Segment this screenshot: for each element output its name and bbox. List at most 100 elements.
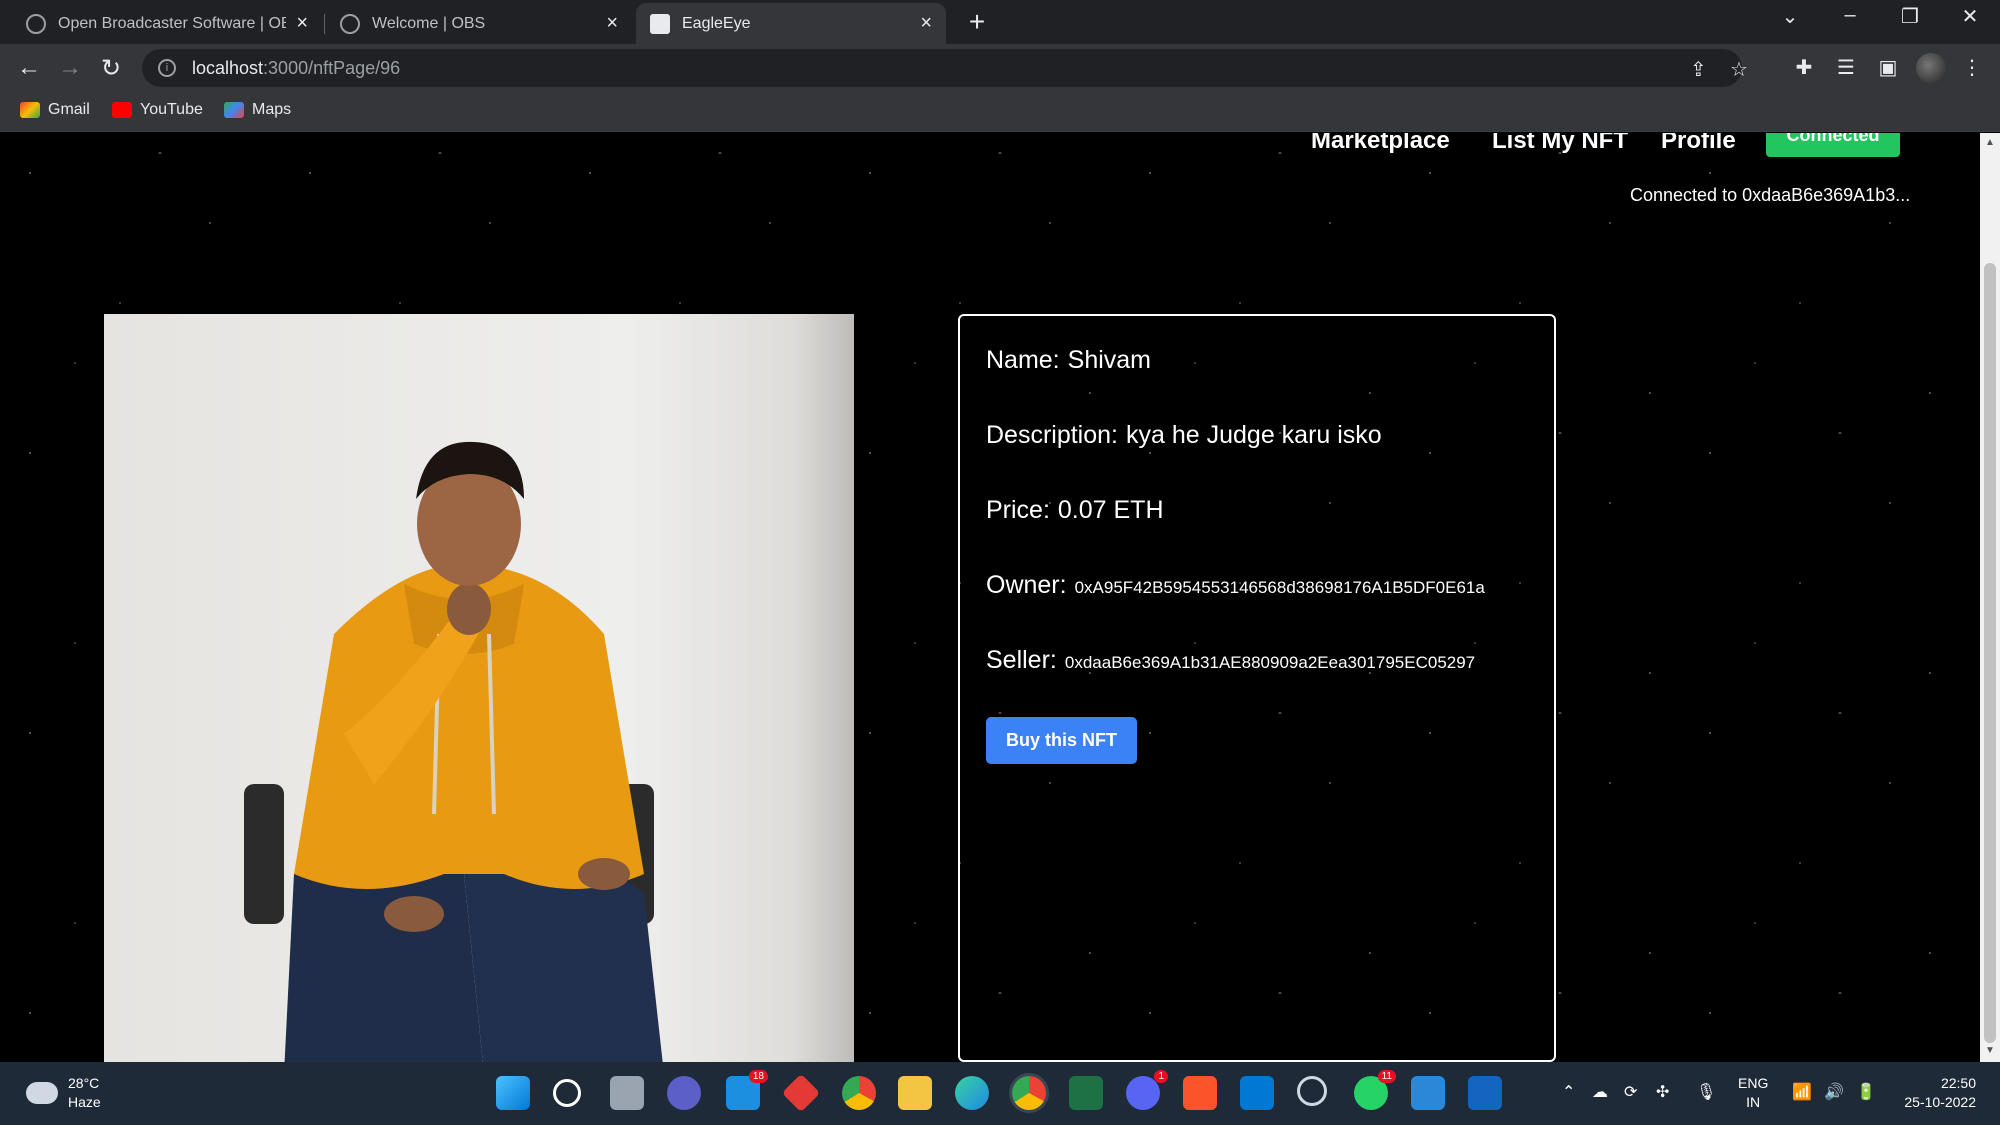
chrome-icon[interactable] <box>842 1076 876 1110</box>
close-icon[interactable]: × <box>606 12 618 35</box>
back-icon[interactable]: ← <box>14 54 44 82</box>
system-clock[interactable]: 22:50 25-10-2022 <box>1896 1074 1976 1112</box>
microphone-icon[interactable]: 🎙 <box>1696 1082 1716 1102</box>
search-icon[interactable] <box>553 1079 581 1107</box>
tab-title: Welcome | OBS <box>372 14 486 32</box>
nft-name-value: Shivam <box>1067 346 1152 374</box>
nft-seller-address: 0xdaaB6e369A1b31AE880909a2Eea301795EC052… <box>1064 653 1476 672</box>
minimize-icon[interactable]: – <box>1830 4 1870 27</box>
mail-icon[interactable]: 18 <box>726 1070 768 1110</box>
extensions-icon[interactable]: ✚ <box>1790 55 1818 80</box>
vscode-icon[interactable] <box>1240 1076 1274 1110</box>
anydesk-icon[interactable] <box>781 1073 821 1113</box>
tab-eagleeye[interactable]: EagleEye × <box>636 3 946 44</box>
youtube-icon <box>112 102 132 118</box>
maps-icon <box>224 102 244 118</box>
scroll-down-arrow-icon[interactable]: ▼ <box>1985 1045 1995 1056</box>
mail-badge: 18 <box>748 1070 768 1083</box>
restore-icon[interactable]: ❐ <box>1890 4 1930 29</box>
language-code: ENG <box>1738 1075 1769 1091</box>
tab-title: Open Broadcaster Software | OBS <box>58 14 287 32</box>
nft-price-row: Price: 0.07 ETH <box>986 496 1528 525</box>
side-panel-icon[interactable]: ▣ <box>1874 55 1902 80</box>
page-scrollbar[interactable]: ▲ ▼ <box>1980 133 2000 1062</box>
scroll-up-arrow-icon[interactable]: ▲ <box>1985 137 1995 148</box>
battery-icon[interactable]: 🔋 <box>1856 1082 1876 1102</box>
tab-separator <box>324 14 325 34</box>
media-player-icon[interactable] <box>1411 1076 1445 1110</box>
tab-obs-software[interactable]: Open Broadcaster Software | OBS × <box>12 3 322 44</box>
chrome-active-icon[interactable] <box>1012 1076 1046 1110</box>
window-close-icon[interactable]: ✕ <box>1950 4 1990 29</box>
temperature-text: 28°C <box>68 1075 100 1091</box>
nav-profile-link[interactable]: Profile <box>1661 133 1736 155</box>
nft-owner-address: 0xA95F42B5954553146568d38698176A1B5DF0E6… <box>1074 578 1485 597</box>
info-icon[interactable]: i <box>158 59 176 77</box>
new-tab-plus-icon[interactable]: + <box>962 6 992 38</box>
discord-badge: 1 <box>1154 1070 1168 1083</box>
profile-avatar[interactable] <box>1916 53 1946 83</box>
photos-icon[interactable] <box>1468 1076 1502 1110</box>
weather-widget[interactable]: 28°C Haze <box>20 1074 101 1112</box>
eagle-favicon-icon <box>650 13 670 34</box>
start-windows-icon[interactable] <box>496 1076 530 1110</box>
volume-icon[interactable]: 🔊 <box>1824 1082 1844 1102</box>
region-code: IN <box>1746 1094 1761 1110</box>
address-bar[interactable]: i localhost:3000/nftPage/96 ⇪ ☆ <box>142 49 1748 87</box>
reading-list-icon[interactable]: ☰ <box>1832 55 1860 80</box>
wifi-icon[interactable]: 📶 <box>1792 1082 1812 1102</box>
globe-icon <box>340 13 360 34</box>
description-label: Description: <box>986 421 1118 449</box>
nft-owner-row: Owner: 0xA95F42B5954553146568d38698176A1… <box>986 571 1528 600</box>
connected-address-text: Connected to 0xdaaB6e369A1b3... <box>1630 185 1911 205</box>
nft-details-card: Name: Shivam Description: kya he Judge k… <box>958 314 1556 1062</box>
nft-description-row: Description: kya he Judge karu isko <box>986 421 1528 450</box>
nft-price-value: 0.07 ETH <box>1057 496 1164 524</box>
bookmark-label: Gmail <box>48 101 90 118</box>
tray-chevron-icon[interactable]: ⌃ <box>1562 1082 1575 1102</box>
file-explorer-icon[interactable] <box>898 1076 932 1110</box>
slack-icon[interactable]: ✣ <box>1656 1082 1669 1102</box>
tab-welcome-obs[interactable]: Welcome | OBS × <box>326 3 632 44</box>
obs-icon[interactable] <box>1297 1076 1327 1106</box>
gmail-icon <box>20 102 40 118</box>
sync-icon[interactable]: ⟳ <box>1624 1082 1637 1102</box>
tab-search-chevron-icon[interactable]: ⌄ <box>1770 4 1810 29</box>
nft-name-row: Name: Shivam <box>986 346 1528 375</box>
nav-list-my-nft-link[interactable]: List My NFT <box>1492 133 1628 155</box>
whatsapp-icon[interactable]: 11 <box>1354 1070 1396 1110</box>
teams-chat-icon[interactable] <box>667 1076 701 1110</box>
close-icon[interactable]: × <box>296 12 308 35</box>
brave-icon[interactable] <box>1183 1076 1217 1110</box>
bookmark-gmail[interactable]: Gmail <box>20 101 90 119</box>
price-label: Price: <box>986 496 1050 524</box>
excel-icon[interactable] <box>1069 1076 1103 1110</box>
haze-weather-icon <box>20 1074 58 1104</box>
name-label: Name: <box>986 346 1060 374</box>
menu-icon[interactable]: ⋮ <box>1958 55 1986 80</box>
bookmark-label: YouTube <box>140 101 203 118</box>
onedrive-icon[interactable]: ☁ <box>1592 1082 1608 1102</box>
bookmark-youtube[interactable]: YouTube <box>112 101 203 119</box>
nav-marketplace-link[interactable]: Marketplace <box>1311 133 1450 155</box>
bookmarks-bar: Gmail YouTube Maps <box>0 93 2000 132</box>
language-indicator[interactable]: ENG IN <box>1738 1074 1768 1112</box>
whatsapp-badge: 11 <box>1377 1070 1396 1083</box>
windows-taskbar: 28°C Haze 18 1 11 ⌃ ☁ ⟳ ✣ 🎙 ENG IN 📶 🔊 🔋… <box>0 1062 2000 1125</box>
task-view-icon[interactable] <box>610 1076 644 1110</box>
nft-seller-row: Seller: 0xdaaB6e369A1b31AE880909a2Eea301… <box>986 646 1528 675</box>
bookmark-maps[interactable]: Maps <box>224 101 291 119</box>
reload-icon[interactable]: ↻ <box>96 54 126 83</box>
share-icon[interactable]: ⇪ <box>1690 57 1707 82</box>
close-icon[interactable]: × <box>920 12 932 35</box>
weather-condition-text: Haze <box>68 1094 101 1110</box>
edge-icon[interactable] <box>955 1076 989 1110</box>
forward-icon[interactable]: → <box>55 54 85 82</box>
buy-nft-button[interactable]: Buy this NFT <box>986 717 1137 764</box>
discord-icon[interactable]: 1 <box>1126 1070 1168 1110</box>
scrollbar-thumb[interactable] <box>1984 263 1996 1043</box>
bookmark-label: Maps <box>252 101 292 118</box>
wallet-connected-button[interactable]: Connected <box>1766 133 1900 157</box>
nft-description-value: kya he Judge karu isko <box>1126 421 1382 449</box>
star-icon[interactable]: ☆ <box>1730 57 1748 82</box>
